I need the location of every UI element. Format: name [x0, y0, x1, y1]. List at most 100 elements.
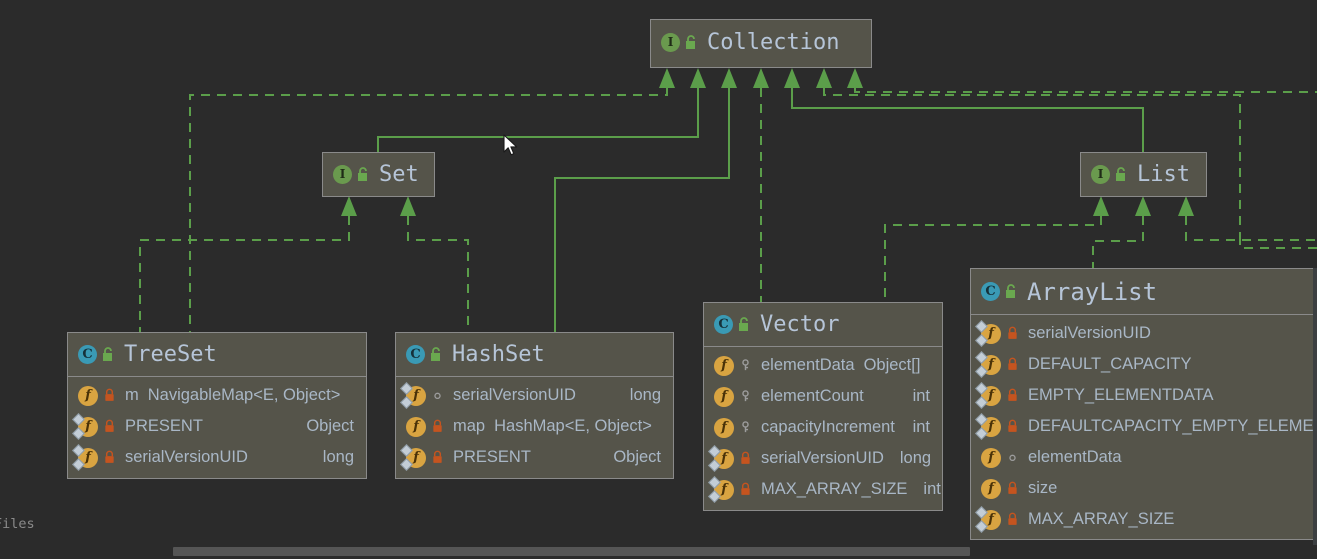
field-type: Object	[613, 448, 661, 466]
field-row[interactable]: f DEFAULTCAPACITY_EMPTY_ELEMENT	[971, 411, 1317, 442]
class-name: HashSet	[452, 342, 545, 367]
field-row[interactable]: f MAX_ARRAY_SIZE int	[704, 474, 942, 505]
field-name: serialVersionUID	[453, 386, 576, 404]
class-node-collection[interactable]: I Collection	[650, 19, 872, 68]
node-header: I Set	[323, 153, 434, 196]
field-list: f elementData Object[] f elementCount in…	[704, 347, 942, 509]
private-lock-icon	[740, 482, 753, 498]
static-field-icon: f	[714, 448, 734, 469]
field-type: long	[629, 386, 661, 404]
class-node-arraylist[interactable]: C ArrayList f serialVersionUID f DEFAULT…	[970, 268, 1317, 540]
field-name: serialVersionUID	[1028, 324, 1151, 342]
node-header: C TreeSet	[68, 333, 366, 377]
class-name: TreeSet	[124, 342, 217, 367]
field-icon: f	[981, 478, 1001, 499]
class-node-hashset[interactable]: C HashSet f serialVersionUID long f map	[395, 332, 674, 479]
field-name: elementData	[1028, 448, 1122, 466]
protected-key-icon	[740, 389, 753, 405]
field-row[interactable]: f serialVersionUID long	[68, 442, 366, 473]
class-node-treeset[interactable]: C TreeSet f m NavigableMap<E, Object> f	[67, 332, 367, 479]
class-node-list[interactable]: I List	[1080, 152, 1207, 197]
field-row[interactable]: f elementData Object[]	[704, 350, 942, 381]
field-name: DEFAULTCAPACITY_EMPTY_ELEMENT	[1028, 417, 1317, 435]
field-name: MAX_ARRAY_SIZE	[761, 480, 908, 498]
unlock-icon	[357, 167, 370, 182]
field-name: MAX_ARRAY_SIZE	[1028, 510, 1175, 528]
field-row[interactable]: f PRESENT Object	[396, 442, 673, 473]
field-name: capacityIncrement	[761, 418, 895, 436]
package-private-icon	[1007, 450, 1020, 466]
class-name: ArrayList	[1027, 277, 1158, 306]
field-type: Object	[306, 417, 354, 435]
node-header: C ArrayList	[971, 269, 1317, 315]
class-name: Vector	[760, 312, 840, 337]
private-lock-icon	[1007, 419, 1020, 435]
interface-icon: I	[333, 165, 352, 184]
files-tool-window-label[interactable]: Files	[0, 516, 35, 532]
field-name: PRESENT	[453, 448, 531, 466]
field-row[interactable]: f m NavigableMap<E, Object>	[68, 380, 366, 411]
field-row[interactable]: f serialVersionUID long	[704, 443, 942, 474]
field-row[interactable]: f serialVersionUID	[971, 318, 1317, 349]
class-node-set[interactable]: I Set	[322, 152, 435, 197]
class-name: Collection	[707, 29, 840, 55]
field-row[interactable]: f serialVersionUID long	[396, 380, 673, 411]
private-lock-icon	[1007, 388, 1020, 404]
protected-key-icon	[740, 358, 753, 374]
interface-icon: I	[661, 32, 680, 52]
field-name: EMPTY_ELEMENTDATA	[1028, 386, 1214, 404]
field-type: NavigableMap<E, Object>	[147, 386, 341, 404]
class-name: Set	[379, 162, 419, 187]
field-name: serialVersionUID	[761, 449, 884, 467]
package-private-icon	[432, 388, 445, 404]
field-row[interactable]: f size	[971, 473, 1317, 504]
private-lock-icon	[740, 451, 753, 467]
field-row[interactable]: f map HashMap<E, Object>	[396, 411, 673, 442]
field-row[interactable]: f PRESENT Object	[68, 411, 366, 442]
private-lock-icon	[1007, 481, 1020, 497]
static-field-icon: f	[981, 385, 1001, 406]
uml-diagram-canvas[interactable]: I Collection I Set I List C TreeSet f m …	[0, 0, 1317, 559]
field-icon: f	[714, 386, 734, 407]
private-lock-icon	[104, 419, 117, 435]
field-row[interactable]: f DEFAULT_CAPACITY	[971, 349, 1317, 380]
class-icon: C	[714, 315, 733, 334]
field-icon: f	[981, 447, 1001, 468]
horizontal-scrollbar-thumb[interactable]	[173, 547, 970, 556]
class-icon: C	[78, 345, 97, 364]
static-field-icon: f	[406, 447, 426, 468]
field-row[interactable]: f EMPTY_ELEMENTDATA	[971, 380, 1317, 411]
field-type: int	[912, 387, 930, 405]
class-icon: C	[981, 282, 1000, 301]
static-field-icon: f	[981, 416, 1001, 437]
class-node-vector[interactable]: C Vector f elementData Object[] f elemen	[703, 302, 943, 511]
class-name: List	[1137, 162, 1190, 187]
interface-icon: I	[1091, 165, 1110, 184]
editor-right-gutter	[1313, 268, 1317, 545]
node-header: C HashSet	[396, 333, 673, 377]
field-type: Object[]	[863, 356, 921, 374]
field-name: map	[453, 417, 486, 435]
field-type: int	[912, 418, 930, 436]
unlock-icon	[102, 347, 115, 362]
field-row[interactable]: f elementData	[971, 442, 1317, 473]
field-row[interactable]: f elementCount int	[704, 381, 942, 412]
private-lock-icon	[432, 419, 445, 435]
static-field-icon: f	[78, 416, 98, 437]
node-header: I Collection	[651, 20, 871, 64]
field-name: m	[125, 386, 139, 404]
field-icon: f	[714, 417, 734, 438]
field-name: serialVersionUID	[125, 448, 248, 466]
private-lock-icon	[1007, 357, 1020, 373]
field-name: PRESENT	[125, 417, 203, 435]
node-header: I List	[1081, 153, 1206, 196]
field-type: long	[899, 449, 932, 467]
unlock-icon	[1115, 167, 1128, 182]
field-row[interactable]: f MAX_ARRAY_SIZE	[971, 504, 1317, 535]
field-row[interactable]: f capacityIncrement int	[704, 412, 942, 443]
field-icon: f	[714, 355, 734, 376]
unlock-icon	[685, 34, 698, 50]
private-lock-icon	[104, 450, 117, 466]
field-icon: f	[78, 385, 98, 406]
field-list: f m NavigableMap<E, Object> f PRESENT Ob…	[68, 377, 366, 477]
